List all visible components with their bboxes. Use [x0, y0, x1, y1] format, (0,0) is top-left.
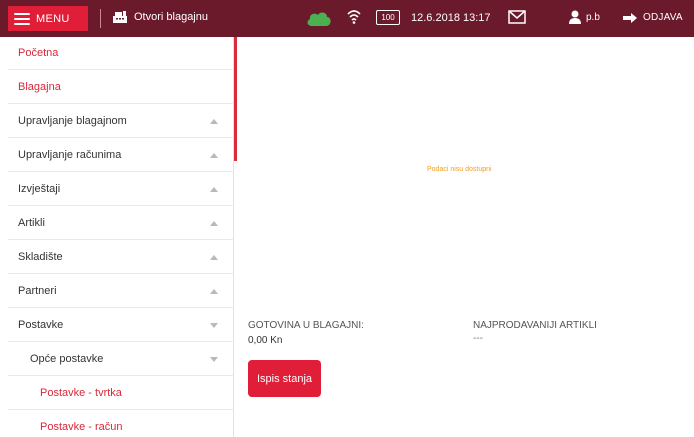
sidebar-item-label: Postavke - tvrtka [40, 387, 122, 399]
sidebar-item-label: Skladište [18, 251, 63, 263]
arrow-right-icon [623, 12, 637, 23]
empty-data-message: Podaci nisu dostupni [427, 166, 492, 173]
user-name: p.b [586, 11, 600, 23]
sidebar-item-postavke[interactable]: Postavke [8, 309, 234, 342]
chevron-down-icon [210, 323, 218, 328]
chevron-up-icon [210, 187, 218, 192]
chevron-down-icon [210, 357, 218, 362]
wifi-icon [347, 10, 361, 24]
sidebar-item-opce-postavke[interactable]: Opće postavke [8, 343, 234, 376]
sidebar-item-upravljanje-racunima[interactable]: Upravljanje računima [8, 139, 234, 172]
top-selling-items-label: NAJPRODAVANIJI ARTIKLI [473, 320, 597, 331]
user-icon [569, 10, 581, 24]
menu-button[interactable]: MENU [8, 6, 88, 31]
sidebar-item-label: Postavke [18, 319, 64, 331]
menu-label: MENU [36, 12, 70, 25]
cash-in-register-value: 0,00 Kn [248, 335, 283, 346]
sidebar-item-label: Izvještaji [18, 183, 61, 195]
chevron-up-icon [210, 153, 218, 158]
sidebar-item-upravljanje-blagajnom[interactable]: Upravljanje blagajnom [8, 105, 234, 138]
hamburger-icon [14, 12, 30, 25]
chevron-up-icon [210, 221, 218, 226]
datetime: 12.6.2018 13:17 [411, 12, 491, 24]
cash-in-register-label: GOTOVINA U BLAGAJNI: [248, 320, 364, 331]
sidebar: Početna Blagajna Upravljanje blagajnom U… [8, 37, 234, 437]
top-selling-items-value: --- [473, 333, 483, 344]
sidebar-item-izvjestaji[interactable]: Izvještaji [8, 173, 234, 206]
mail-icon[interactable] [508, 10, 526, 24]
sidebar-item-pocetna[interactable]: Početna [8, 37, 234, 70]
print-status-button[interactable]: Ispis stanja [248, 360, 321, 397]
user-menu[interactable]: p.b [569, 10, 600, 24]
sidebar-item-label: Blagajna [18, 81, 61, 93]
sidebar-item-partneri[interactable]: Partneri [8, 275, 234, 308]
open-register-label: Otvori blagajnu [134, 11, 208, 23]
header-divider [100, 9, 101, 28]
chevron-up-icon [210, 289, 218, 294]
sidebar-item-label: Početna [18, 47, 59, 59]
chevron-up-icon [210, 119, 218, 124]
sidebar-item-label: Upravljanje računima [18, 149, 122, 161]
cloud-sync-icon [307, 12, 331, 26]
sidebar-item-postavke-tvrtka[interactable]: Postavke - tvrtka [8, 377, 234, 410]
sidebar-item-artikli[interactable]: Artikli [8, 207, 234, 240]
cash-register-icon [113, 11, 127, 23]
sidebar-item-label: Postavke - račun [40, 421, 123, 433]
main-content: Podaci nisu dostupni GOTOVINA U BLAGAJNI… [237, 37, 694, 437]
sidebar-item-postavke-racun[interactable]: Postavke - račun [8, 411, 234, 437]
sidebar-item-label: Artikli [18, 217, 45, 229]
sidebar-item-label: Upravljanje blagajnom [18, 115, 127, 127]
sidebar-item-blagajna[interactable]: Blagajna [8, 71, 234, 104]
logout-label: ODJAVA [643, 12, 683, 23]
top-bar: MENU Otvori blagajnu 100 12.6.2018 13:17… [0, 0, 694, 37]
battery-icon: 100 [376, 10, 400, 25]
open-register-button[interactable]: Otvori blagajnu [112, 10, 208, 24]
logout-button[interactable]: ODJAVA [623, 12, 683, 23]
chevron-up-icon [210, 255, 218, 260]
sidebar-item-label: Partneri [18, 285, 57, 297]
sidebar-item-label: Opće postavke [30, 353, 104, 365]
sidebar-item-skladiste[interactable]: Skladište [8, 241, 234, 274]
